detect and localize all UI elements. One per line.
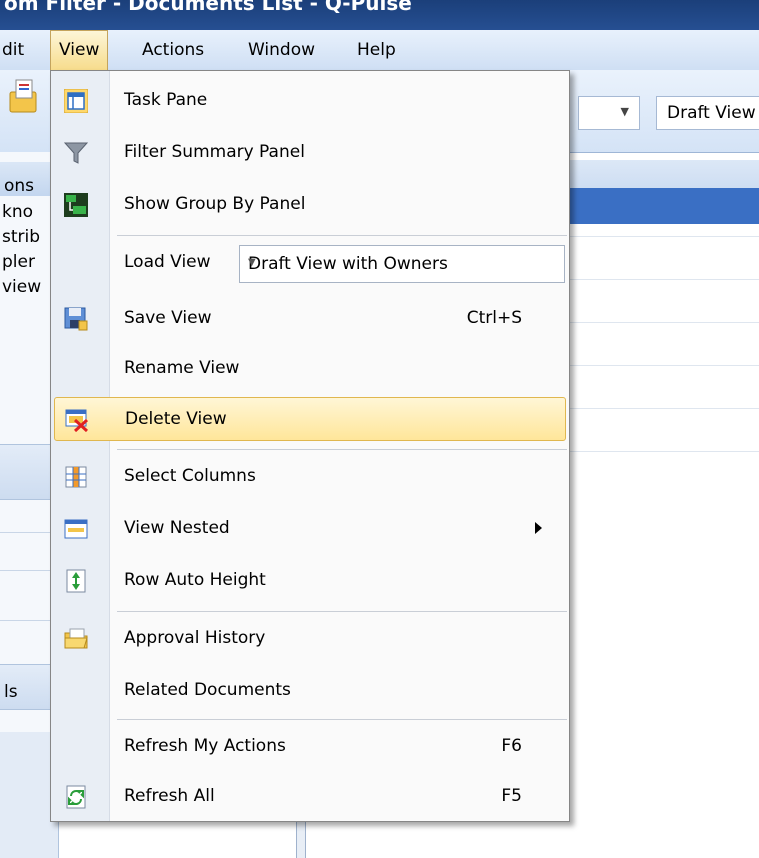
menu-item-approval-history[interactable]: Approval History — [54, 617, 566, 661]
menu-item-rename-view[interactable]: Rename View — [54, 347, 566, 391]
menu-item-show-group-by-panel[interactable]: Show Group By Panel — [54, 183, 566, 227]
menu-item-label: Save View — [124, 308, 212, 328]
task-pane-header-label: ons — [4, 176, 35, 196]
view-nested-icon — [64, 517, 88, 541]
view-selector[interactable]: Draft View — [656, 96, 759, 130]
menu-item-label: Row Auto Height — [124, 570, 266, 590]
view-menu-dropdown: Task Pane Filter Summary Panel Show Grou… — [50, 70, 570, 822]
menu-item-delete-view[interactable]: Delete View — [54, 397, 566, 441]
task-pane-icon — [64, 89, 88, 113]
refresh-all-icon — [64, 785, 88, 809]
menu-item-label: Filter Summary Panel — [124, 142, 305, 162]
window-title: om Filter - Documents List - Q-Pulse — [4, 0, 412, 15]
load-view-combo[interactable]: Draft View with Owners ▼ — [239, 245, 565, 283]
menu-item-label: Refresh My Actions — [124, 736, 286, 756]
menu-item-label: Delete View — [125, 409, 227, 429]
menu-item-label: Select Columns — [124, 466, 256, 486]
menu-edit[interactable]: dit — [2, 40, 24, 60]
menu-item-select-columns[interactable]: Select Columns — [54, 455, 566, 499]
menu-help[interactable]: Help — [357, 40, 396, 60]
chevron-down-icon: ▼ — [248, 257, 256, 268]
select-columns-icon — [64, 465, 88, 489]
menu-window[interactable]: Window — [248, 40, 315, 60]
shortcut-label: F5 — [501, 786, 522, 806]
menu-separator — [117, 235, 567, 236]
menu-item-label: Show Group By Panel — [124, 194, 306, 214]
open-folder-icon[interactable] — [8, 78, 38, 114]
toolbar-combo[interactable]: ▼ — [578, 96, 640, 130]
menu-item-task-pane[interactable]: Task Pane — [54, 79, 566, 123]
shortcut-label: F6 — [501, 736, 522, 756]
approval-history-icon — [64, 627, 88, 651]
menu-item-label: View Nested — [124, 518, 230, 538]
menu-separator — [117, 449, 567, 450]
menu-view[interactable]: View — [50, 30, 109, 70]
menu-item-row-auto-height[interactable]: Row Auto Height — [54, 559, 566, 603]
menu-bar: dit View Actions Window Help — [0, 30, 759, 70]
delete-view-icon — [65, 408, 89, 432]
task-pane-item[interactable]: pler — [2, 252, 35, 272]
row-auto-height-icon — [64, 569, 88, 593]
menu-item-refresh-all[interactable]: Refresh All F5 — [54, 775, 566, 819]
save-view-icon — [64, 307, 88, 331]
task-pane-section-label: ls — [4, 682, 18, 702]
menu-item-label: Load View — [124, 252, 211, 272]
view-selector-value: Draft View — [667, 103, 756, 123]
chevron-down-icon: ▼ — [620, 105, 629, 118]
menu-item-label: Refresh All — [124, 786, 215, 806]
submenu-arrow-icon — [535, 522, 542, 534]
menu-separator — [117, 611, 567, 612]
shortcut-label: Ctrl+S — [466, 308, 522, 328]
menu-item-view-nested[interactable]: View Nested — [54, 507, 566, 551]
menu-separator — [117, 719, 567, 720]
menu-item-label: Rename View — [124, 358, 240, 378]
task-pane-item[interactable]: view — [2, 277, 41, 297]
menu-item-label: Related Documents — [124, 680, 291, 700]
filter-icon — [64, 141, 88, 165]
task-pane-item[interactable]: strib — [2, 227, 40, 247]
menu-item-related-documents[interactable]: Related Documents — [54, 669, 566, 713]
task-pane-item[interactable]: kno — [2, 202, 33, 222]
menu-item-refresh-my-actions[interactable]: Refresh My Actions F6 — [54, 725, 566, 769]
menu-actions[interactable]: Actions — [142, 40, 204, 60]
menu-item-filter-summary-panel[interactable]: Filter Summary Panel — [54, 131, 566, 175]
window-title-bar: om Filter - Documents List - Q-Pulse — [0, 0, 759, 30]
menu-item-label: Task Pane — [124, 90, 208, 110]
menu-item-save-view[interactable]: Save View Ctrl+S — [54, 297, 566, 341]
group-by-icon — [64, 193, 88, 217]
menu-item-label: Approval History — [124, 628, 266, 648]
